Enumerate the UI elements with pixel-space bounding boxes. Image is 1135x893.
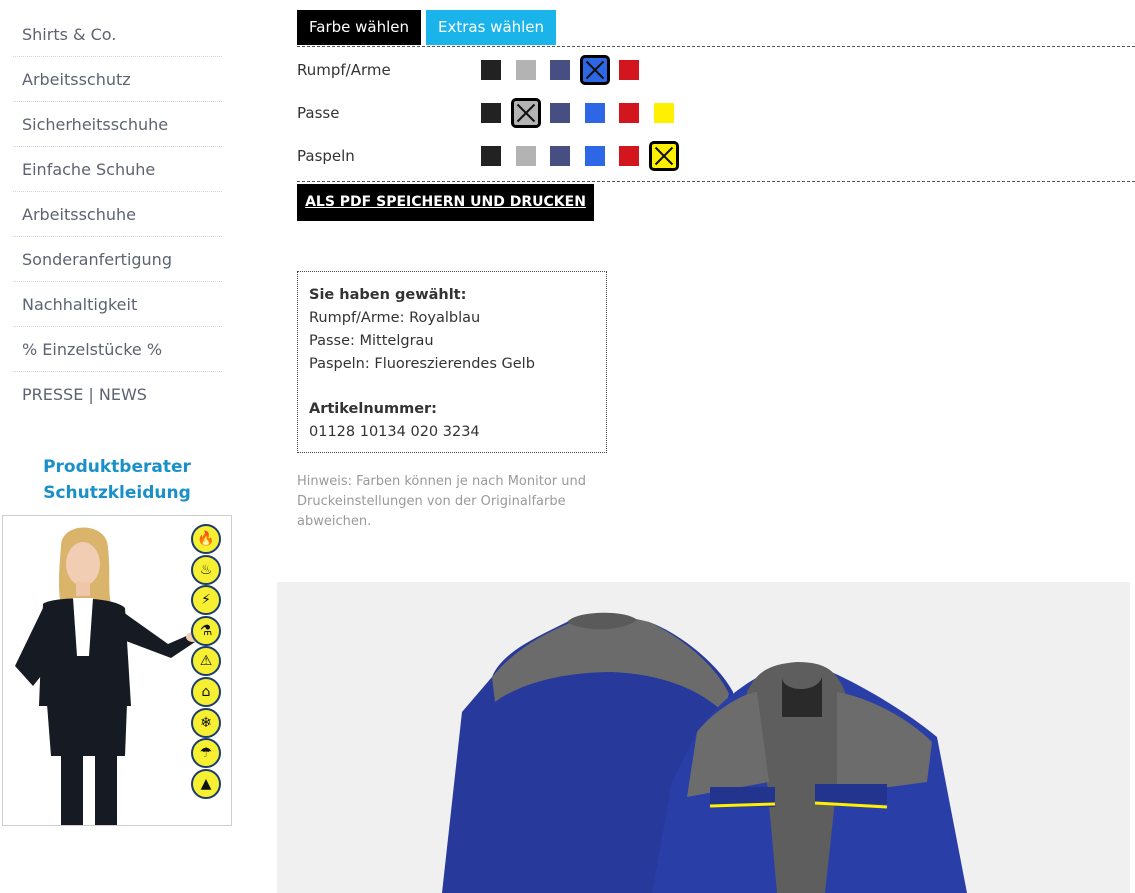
- article-number: 01128 10134 020 3234: [309, 424, 480, 440]
- sidebar-item-einfache-schuhe[interactable]: Einfache Schuhe: [13, 147, 222, 192]
- swatch-navy[interactable]: [550, 60, 570, 80]
- color-hint: Hinweis: Farben können je nach Monitor u…: [297, 474, 586, 529]
- rain-icon: ☂: [191, 738, 221, 769]
- sidebar-item-shirts[interactable]: Shirts & Co.: [13, 12, 222, 57]
- swatch-black[interactable]: [481, 103, 501, 123]
- sidebar: Shirts & Co. Arbeitsschutz Sicherheitssc…: [0, 0, 240, 826]
- swatch-red[interactable]: [619, 146, 639, 166]
- hazard-icons: 🔥 ♨ ⚡ ⚗ ⚠ ⌂ ❄ ☂ ▲: [191, 524, 225, 799]
- sidebar-item-einzelstuecke[interactable]: % Einzelstücke %: [13, 327, 222, 372]
- swatch-group-rumpf-arme: [481, 55, 654, 85]
- swatch-red[interactable]: [619, 60, 639, 80]
- save-pdf-button[interactable]: ALS PDF SPEICHERN UND DRUCKEN: [297, 184, 594, 221]
- sidebar-nav: Shirts & Co. Arbeitsschutz Sicherheitssc…: [13, 12, 222, 417]
- tab-farbe-waehlen[interactable]: Farbe wählen: [297, 10, 421, 45]
- sidebar-item-nachhaltigkeit[interactable]: Nachhaltigkeit: [13, 282, 222, 327]
- summary-heading: Sie haben gewählt:: [309, 287, 467, 303]
- sidebar-item-arbeitsschutz[interactable]: Arbeitsschutz: [13, 57, 222, 102]
- swatch-group-passe: [481, 98, 688, 128]
- swatch-grey[interactable]: [515, 146, 536, 166]
- flame-icon: 🔥: [191, 524, 221, 554]
- row-label-paspeln: Paspeln: [297, 147, 355, 165]
- swatch-grey[interactable]: [515, 60, 536, 80]
- swatch-royal-blue-selected[interactable]: [579, 55, 610, 85]
- summary-paspeln: Paspeln: Fluoreszierendes Gelb: [309, 356, 535, 372]
- summary-passe: Passe: Mittelgrau: [309, 333, 434, 349]
- product-preview: [277, 582, 1130, 893]
- sidebar-item-arbeitsschuhe[interactable]: Arbeitsschuhe: [13, 192, 222, 237]
- esd-icon: ▲: [191, 768, 221, 799]
- swatch-royal-blue[interactable]: [584, 146, 605, 166]
- color-row-rumpf-arme: Rumpf/Arme: [297, 55, 654, 85]
- electric-arc-icon: ⚡: [191, 585, 221, 616]
- antistatic-icon: ⌂: [191, 676, 221, 707]
- swatch-royal-blue[interactable]: [584, 103, 605, 123]
- article-number-heading: Artikelnummer:: [309, 401, 437, 417]
- chemical-icon: ⚗: [191, 615, 221, 646]
- divider-top: [297, 46, 1135, 47]
- warning-icon: ⚠: [191, 646, 221, 677]
- row-label-rumpf-arme: Rumpf/Arme: [297, 61, 391, 79]
- swatch-navy[interactable]: [550, 103, 570, 123]
- swatch-grey-selected[interactable]: [510, 98, 541, 128]
- sidebar-item-sicherheitsschuhe[interactable]: Sicherheitsschuhe: [13, 102, 222, 147]
- tab-extras-waehlen[interactable]: Extras wählen: [426, 10, 557, 45]
- divider-bottom: [297, 181, 1135, 182]
- swatch-red[interactable]: [619, 103, 639, 123]
- cold-icon: ❄: [191, 707, 221, 738]
- swatch-navy[interactable]: [550, 146, 570, 166]
- heat-icon: ♨: [191, 554, 221, 585]
- swatch-yellow[interactable]: [653, 103, 674, 123]
- summary-rumpf-arme: Rumpf/Arme: Royalblau: [309, 310, 481, 326]
- swatch-yellow-selected[interactable]: [648, 141, 679, 171]
- color-row-paspeln: Paspeln: [297, 141, 688, 171]
- color-row-passe: Passe: [297, 98, 688, 128]
- advisor-title-line1[interactable]: Produktberater: [2, 454, 232, 480]
- advisor-title-line2[interactable]: Schutzkleidung: [2, 480, 232, 506]
- jacket-illustration: [442, 612, 967, 893]
- advisor-banner[interactable]: 🔥 ♨ ⚡ ⚗ ⚠ ⌂ ❄ ☂ ▲: [2, 515, 232, 826]
- sidebar-item-presse-news[interactable]: PRESSE | NEWS: [13, 372, 222, 417]
- config-tabs: Farbe wählen Extras wählen: [297, 10, 557, 45]
- advisor-title[interactable]: Produktberater Schutzkleidung: [2, 454, 232, 506]
- selection-summary: Sie haben gewählt: Rumpf/Arme: Royalblau…: [297, 271, 607, 453]
- swatch-black[interactable]: [481, 146, 501, 166]
- swatch-black[interactable]: [481, 60, 501, 80]
- sidebar-item-sonderanfertigung[interactable]: Sonderanfertigung: [13, 237, 222, 282]
- swatch-group-paspeln: [481, 141, 688, 171]
- row-label-passe: Passe: [297, 104, 340, 122]
